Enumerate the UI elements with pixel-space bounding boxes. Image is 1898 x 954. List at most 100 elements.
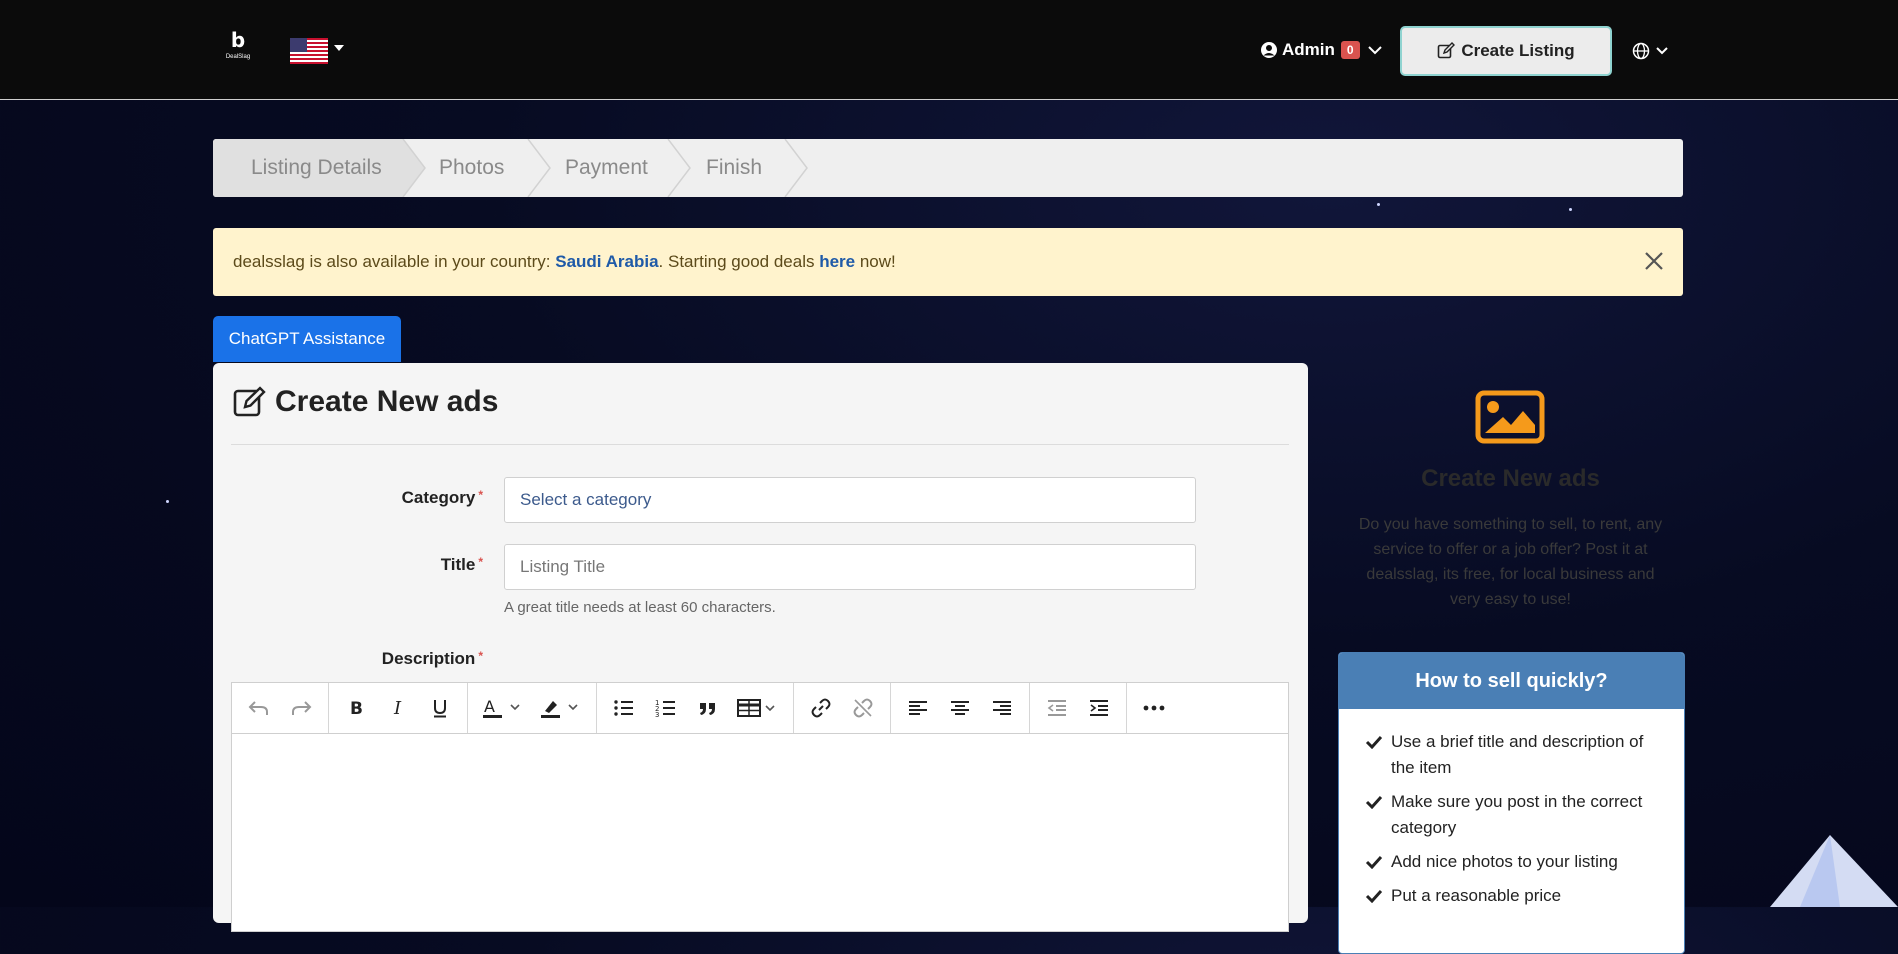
top-navbar: b DealSlag Admin 0 Create Listing bbox=[0, 0, 1898, 100]
block-group: 123 bbox=[597, 683, 794, 733]
remove-link-button[interactable] bbox=[842, 688, 884, 728]
step-photos[interactable]: Photos bbox=[439, 139, 504, 197]
outdent-button[interactable] bbox=[1036, 688, 1078, 728]
check-icon bbox=[1365, 735, 1383, 749]
undo-icon bbox=[248, 701, 268, 715]
link-group bbox=[794, 683, 891, 733]
indent-group bbox=[1030, 683, 1127, 733]
listing-steps: Listing Details Photos Payment Finish bbox=[213, 139, 1683, 197]
required-marker: * bbox=[478, 649, 483, 663]
tip-item: Use a brief title and description of the… bbox=[1365, 729, 1660, 781]
editor-content-area[interactable] bbox=[232, 734, 1288, 932]
svg-text:3: 3 bbox=[655, 711, 659, 718]
step-finish[interactable]: Finish bbox=[706, 139, 762, 197]
background-star bbox=[166, 500, 169, 503]
user-circle-icon bbox=[1261, 42, 1277, 58]
description-label: Description * bbox=[313, 649, 483, 669]
user-menu[interactable]: Admin 0 bbox=[1260, 40, 1388, 60]
language-selector[interactable] bbox=[1632, 42, 1670, 60]
redo-icon bbox=[292, 701, 312, 715]
highlight-icon bbox=[541, 701, 578, 718]
title-label: Title * bbox=[333, 555, 483, 575]
form-title-text: Create New ads bbox=[275, 385, 499, 418]
chevron-down-icon bbox=[1367, 46, 1382, 55]
format-group: B I bbox=[329, 683, 468, 733]
alert-middle: . Starting good deals bbox=[658, 252, 820, 271]
sell-tips-panel: How to sell quickly? Use a brief title a… bbox=[1338, 652, 1685, 954]
step-arrows bbox=[402, 139, 808, 197]
editor-toolbar: B I A 1 2 3 bbox=[232, 683, 1288, 734]
insert-link-button[interactable] bbox=[800, 688, 842, 728]
align-left-icon bbox=[909, 701, 927, 715]
bold-button[interactable]: B bbox=[335, 688, 377, 728]
description-label-text: Description bbox=[381, 649, 476, 668]
create-ad-form: Create New ads Category * Select a catego… bbox=[213, 363, 1308, 932]
required-marker: * bbox=[478, 488, 483, 502]
numbered-list-icon: 123 bbox=[655, 699, 675, 718]
globe-icon bbox=[1632, 42, 1650, 60]
more-group bbox=[1127, 683, 1181, 733]
underline-button[interactable] bbox=[419, 688, 461, 728]
title-input[interactable]: Listing Title bbox=[504, 544, 1196, 590]
tip-item: Add nice photos to your listing bbox=[1365, 849, 1660, 875]
background-star bbox=[1377, 203, 1380, 206]
more-options-button[interactable] bbox=[1133, 688, 1175, 728]
highlight-color-button[interactable] bbox=[532, 688, 590, 728]
category-select[interactable]: Select a category bbox=[504, 477, 1196, 523]
create-listing-button[interactable]: Create Listing bbox=[1400, 26, 1612, 76]
tip-text: Use a brief title and description of the… bbox=[1391, 732, 1644, 777]
tip-text: Put a reasonable price bbox=[1391, 886, 1562, 905]
bullet-list-button[interactable] bbox=[603, 688, 645, 728]
indent-button[interactable] bbox=[1078, 688, 1120, 728]
category-label: Category * bbox=[333, 488, 483, 508]
tips-heading: How to sell quickly? bbox=[1339, 653, 1684, 709]
redo-button[interactable] bbox=[280, 688, 322, 728]
align-left-button[interactable] bbox=[897, 688, 939, 728]
title-label-text: Title bbox=[440, 555, 476, 574]
close-icon[interactable] bbox=[1643, 250, 1665, 272]
check-icon bbox=[1365, 795, 1383, 809]
alert-country-link[interactable]: Saudi Arabia bbox=[555, 252, 658, 272]
link-icon bbox=[811, 698, 831, 718]
more-icon bbox=[1143, 705, 1165, 711]
site-logo[interactable]: b DealSlag bbox=[222, 30, 254, 66]
undo-button[interactable] bbox=[238, 688, 280, 728]
country-alert: dealsslag is also available in your coun… bbox=[213, 228, 1683, 296]
image-icon bbox=[1475, 390, 1545, 444]
align-center-button[interactable] bbox=[939, 688, 981, 728]
svg-text:B: B bbox=[350, 699, 363, 718]
user-name: Admin bbox=[1282, 40, 1335, 59]
table-icon bbox=[737, 699, 775, 717]
logo-mark: b bbox=[230, 28, 246, 52]
italic-button[interactable]: I bbox=[377, 688, 419, 728]
text-color-icon: A bbox=[483, 697, 520, 718]
align-center-icon bbox=[951, 701, 969, 715]
language-caret-icon[interactable] bbox=[334, 45, 344, 51]
background-star bbox=[1569, 208, 1572, 211]
unlink-icon bbox=[853, 698, 873, 718]
numbered-list-button[interactable]: 123 bbox=[645, 688, 687, 728]
indent-icon bbox=[1090, 700, 1108, 716]
svg-text:I: I bbox=[393, 698, 402, 718]
edit-icon bbox=[233, 386, 266, 417]
text-color-button[interactable]: A bbox=[474, 688, 532, 728]
check-icon bbox=[1365, 889, 1383, 903]
table-button[interactable] bbox=[729, 688, 787, 728]
step-listing-details[interactable]: Listing Details bbox=[251, 139, 382, 197]
color-group: A bbox=[468, 683, 597, 733]
sidebar-title: Create New ads bbox=[1421, 465, 1600, 492]
alert-prefix: dealsslag is also available in your coun… bbox=[233, 252, 556, 271]
us-flag-icon[interactable] bbox=[290, 38, 328, 64]
logo-text: DealSlag bbox=[225, 54, 251, 60]
tip-item: Put a reasonable price bbox=[1365, 883, 1660, 909]
tip-item: Make sure you post in the correct catego… bbox=[1365, 789, 1660, 841]
align-right-button[interactable] bbox=[981, 688, 1023, 728]
chatgpt-assistance-button[interactable]: ChatGPT Assistance bbox=[213, 316, 401, 362]
step-payment[interactable]: Payment bbox=[565, 139, 648, 197]
tip-text: Make sure you post in the correct catego… bbox=[1391, 792, 1643, 837]
alert-here-link[interactable]: here bbox=[819, 252, 855, 272]
divider bbox=[231, 444, 1289, 445]
title-hint: A great title needs at least 60 characte… bbox=[504, 599, 776, 616]
chevron-down-icon bbox=[1656, 47, 1668, 55]
blockquote-button[interactable] bbox=[687, 688, 729, 728]
